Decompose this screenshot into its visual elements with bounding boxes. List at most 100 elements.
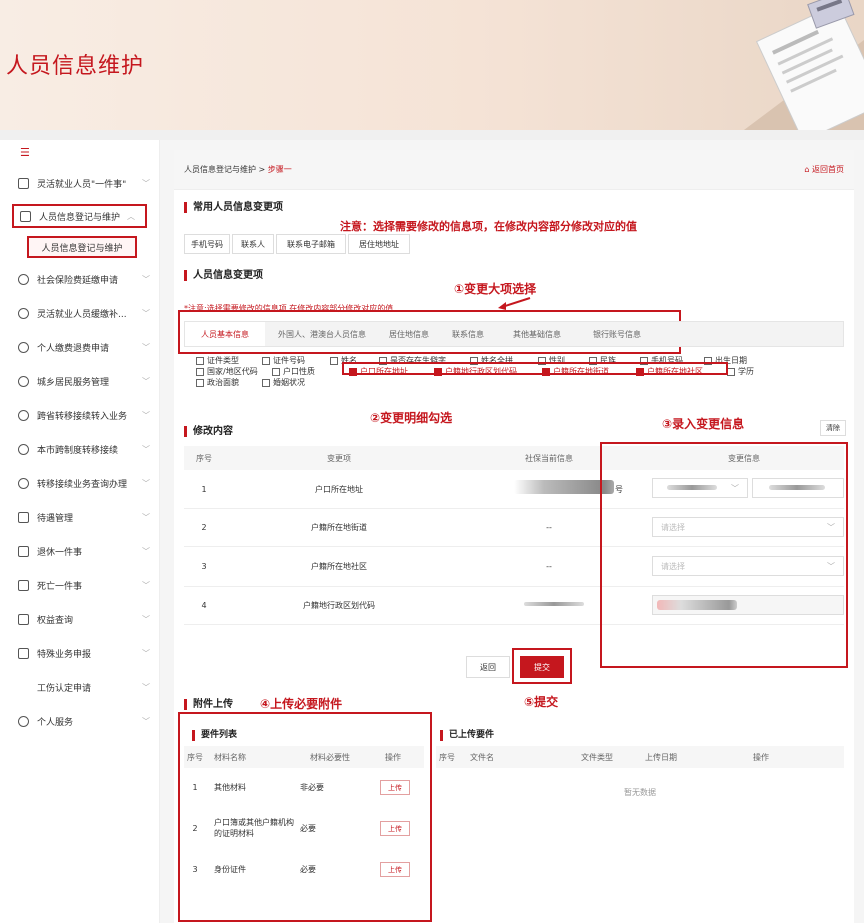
refund-icon xyxy=(18,341,29,353)
checkbox-marital[interactable]: 婚姻状况 xyxy=(262,377,305,388)
upload-button-3[interactable]: 上传 xyxy=(380,862,410,877)
req-row1-name: 其他材料 xyxy=(214,782,246,792)
sidebar-item-refund[interactable]: 个人缴费退费申请 ﹀ xyxy=(0,332,160,362)
req-row3-no: 3 xyxy=(192,864,198,874)
col-header-item: 变更项 xyxy=(327,453,351,463)
req-row2-no: 2 xyxy=(192,823,198,833)
tab-bank-info[interactable]: 银行账号信息 xyxy=(579,322,655,346)
annotation-box-change-info xyxy=(600,442,848,668)
sidebar-item-benefits[interactable]: 待遇管理 ﹀ xyxy=(0,502,160,532)
sidebar-item-cross-system[interactable]: 本市跨制度转移接续 ﹀ xyxy=(0,434,160,464)
sidebar-item-special-business[interactable]: 特殊业务申报 ﹀ xyxy=(0,638,160,668)
menu-toggle-icon[interactable]: ☰ xyxy=(20,146,30,159)
chevron-down-icon: ﹀ xyxy=(142,716,150,726)
sidebar: ☰ 灵活就业人员"一件事" ﹀ 人员信息登记与维护 ︿ 人员信息登记与维护 社会保险… xyxy=(0,140,160,923)
sidebar-item-deferred-payment[interactable]: 社会保险费延缴申请 ﹀ xyxy=(0,264,160,294)
chevron-up-icon: ︿ xyxy=(127,211,135,221)
content-panel: 人员信息登记与维护 > 步骤一 ⌂ 返回首页 常用人员信息变更项 注意：选择需要… xyxy=(174,150,854,923)
doc-icon xyxy=(18,545,29,557)
row2-item: 户籍所在地街道 xyxy=(311,522,367,532)
checkbox-id-number[interactable]: 证件号码 xyxy=(262,355,305,366)
sidebar-item-injury[interactable]: 工伤认定申请 ﹀ xyxy=(0,672,160,702)
tab-residence-info[interactable]: 居住地信息 xyxy=(379,322,439,346)
annotation-step3: ③录入变更信息 xyxy=(662,417,745,431)
req-row1-no: 1 xyxy=(192,782,198,792)
checkbox-id-type[interactable]: 证件类型 xyxy=(196,355,239,366)
search-doc-icon xyxy=(18,477,29,489)
row2-no: 2 xyxy=(201,522,207,532)
checkbox-hukou-type[interactable]: 户口性质 xyxy=(272,366,315,377)
req-row3-name: 身份证件 xyxy=(214,864,246,874)
req-row1-need: 非必要 xyxy=(300,782,324,792)
chevron-down-icon: ﹀ xyxy=(142,410,150,420)
sidebar-item-transfer-query[interactable]: 转移接续业务查询办理 ﹀ xyxy=(0,468,160,498)
row1-item: 户口所在地址 xyxy=(315,484,363,494)
tab-basic-info[interactable]: 人员基本信息 xyxy=(185,322,265,346)
transfer-icon xyxy=(18,443,29,455)
chevron-down-icon: ﹀ xyxy=(142,580,150,590)
transfer-icon xyxy=(18,409,29,421)
clipboard-illustration xyxy=(744,0,864,130)
req-col-op: 操作 xyxy=(385,752,401,762)
sidebar-item-person-info[interactable]: 人员信息登记与维护 ︿ xyxy=(12,204,147,228)
change-items-title: 人员信息变更项 xyxy=(184,270,263,281)
header-gap xyxy=(0,130,864,140)
clear-button[interactable]: 清除 xyxy=(820,420,846,436)
back-home-link[interactable]: ⌂ 返回首页 xyxy=(804,164,844,175)
quick-contact-button[interactable]: 联系人 xyxy=(232,234,274,254)
req-row2-need: 必要 xyxy=(300,823,316,833)
tab-foreigner-info[interactable]: 外国人、港澳台人员信息 xyxy=(267,322,377,346)
chevron-down-icon: ﹀ xyxy=(142,444,150,454)
submit-button[interactable]: 提交 xyxy=(520,656,564,678)
breadcrumb-current: 步骤一 xyxy=(267,165,292,174)
sidebar-item-death[interactable]: 死亡一件事 ﹀ xyxy=(0,570,160,600)
checkbox-education[interactable]: 学历 xyxy=(727,366,754,377)
up-col-type: 文件类型 xyxy=(581,752,613,762)
sidebar-item-retirement[interactable]: 退休一件事 ﹀ xyxy=(0,536,160,566)
modify-title: 修改内容 xyxy=(184,426,233,437)
breadcrumb-parent[interactable]: 人员信息登记与维护 xyxy=(184,165,256,174)
chevron-down-icon: ﹀ xyxy=(142,682,150,692)
sidebar-item-rights-query[interactable]: 权益查询 ﹀ xyxy=(0,604,160,634)
doc-icon xyxy=(18,511,29,523)
chevron-down-icon: ﹀ xyxy=(142,648,150,658)
up-col-op: 操作 xyxy=(753,752,769,762)
arrow-annotation xyxy=(498,297,531,310)
sidebar-subitem-person-info[interactable]: 人员信息登记与维护 xyxy=(27,236,137,258)
doc-icon xyxy=(18,613,29,625)
row4-no: 4 xyxy=(201,600,207,610)
quick-phone-button[interactable]: 手机号码 xyxy=(184,234,230,254)
uploaded-title: 已上传要件 xyxy=(440,730,494,741)
chevron-down-icon: ﹀ xyxy=(142,274,150,284)
up-col-date: 上传日期 xyxy=(645,752,677,762)
annotation-step2: ②变更明细勾选 xyxy=(370,411,453,425)
uploaded-empty: 暂无数据 xyxy=(624,787,656,797)
checkbox-political[interactable]: 政治面貌 xyxy=(196,377,239,388)
tab-other-info[interactable]: 其他基础信息 xyxy=(497,322,577,346)
shield-check-icon xyxy=(18,307,29,319)
user-card-icon xyxy=(20,210,31,222)
sidebar-item-deferred-supplement[interactable]: 灵活就业人员缓缴补... ﹀ xyxy=(0,298,160,328)
sidebar-item-personal-service[interactable]: 个人服务 ﹀ xyxy=(0,706,160,736)
tab-contact-info[interactable]: 联系信息 xyxy=(441,322,495,346)
checkbox-country-code[interactable]: 国家/地区代码 xyxy=(196,366,258,377)
notice-text: 注意：选择需要修改的信息项，在修改内容部分修改对应的值 xyxy=(340,220,637,233)
back-button[interactable]: 返回 xyxy=(466,656,510,678)
sidebar-item-flexible-employment[interactable]: 灵活就业人员"一件事" ﹀ xyxy=(0,168,160,198)
chevron-down-icon: ﹀ xyxy=(142,376,150,386)
chevron-down-icon: ﹀ xyxy=(142,546,150,556)
upload-button-1[interactable]: 上传 xyxy=(380,780,410,795)
chevron-down-icon: ﹀ xyxy=(142,614,150,624)
requirements-title: 要件列表 xyxy=(192,730,237,741)
main-area: 人员信息登记与维护 > 步骤一 ⌂ 返回首页 常用人员信息变更项 注意：选择需要… xyxy=(160,140,864,923)
chevron-down-icon: ﹀ xyxy=(142,342,150,352)
sidebar-item-resident-service[interactable]: 城乡居民服务管理 ﹀ xyxy=(0,366,160,396)
quick-email-button[interactable]: 联系电子邮箱 xyxy=(276,234,346,254)
row3-no: 3 xyxy=(201,561,207,571)
home-icon: ⌂ xyxy=(804,165,812,174)
upload-button-2[interactable]: 上传 xyxy=(380,821,410,836)
sidebar-item-cross-province[interactable]: 跨省转移接续转入业务 ﹀ xyxy=(0,400,160,430)
breadcrumb: 人员信息登记与维护 > 步骤一 ⌂ 返回首页 xyxy=(174,150,854,190)
quick-address-button[interactable]: 居住地地址 xyxy=(348,234,410,254)
chevron-down-icon: ﹀ xyxy=(142,512,150,522)
